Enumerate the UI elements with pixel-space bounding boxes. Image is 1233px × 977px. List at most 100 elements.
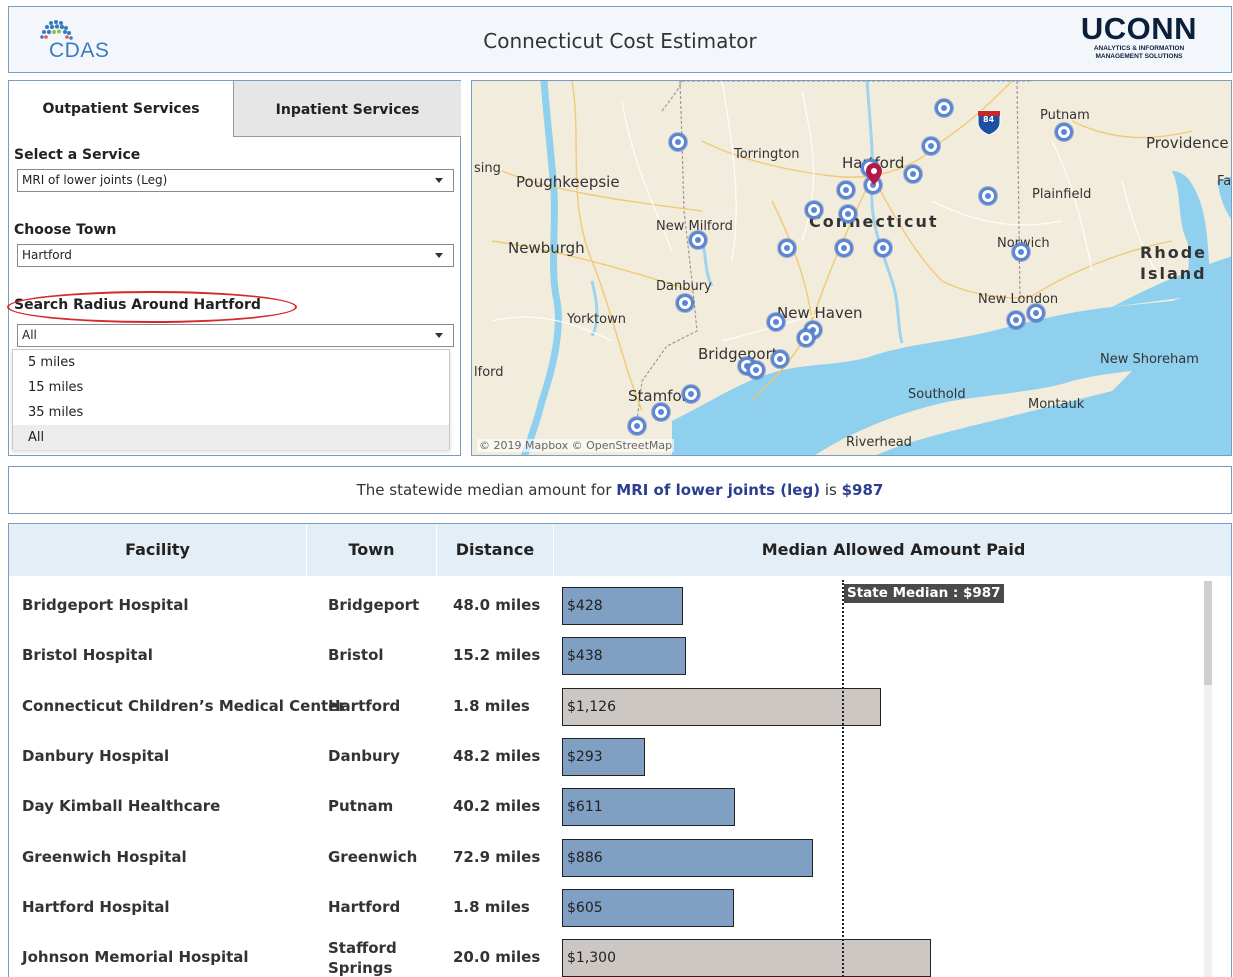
median-amount-bar[interactable]: $428 [562, 587, 683, 625]
facility-pin[interactable] [904, 165, 922, 183]
radius-option-all[interactable]: All [13, 425, 449, 450]
map-label-fa: Fa [1217, 174, 1232, 189]
facility-town: Greenwich [328, 848, 417, 866]
facility-pin[interactable] [771, 350, 789, 368]
radius-dropdown: 5 miles 15 miles 35 miles All [12, 349, 450, 450]
facility-pin[interactable] [628, 417, 646, 435]
facility-name: Hartford Hospital [22, 897, 170, 916]
radius-select-value: All [22, 328, 37, 342]
facility-pin[interactable] [652, 403, 670, 421]
radius-option-15[interactable]: 15 miles [13, 375, 449, 400]
median-amount-label: $605 [567, 899, 603, 916]
facility-pin[interactable] [1055, 123, 1073, 141]
facility-pin[interactable] [837, 181, 855, 199]
facility-pin[interactable] [1027, 304, 1045, 322]
chevron-down-icon [435, 178, 443, 183]
median-amount-bar[interactable]: $293 [562, 737, 645, 776]
table-scrollbar[interactable] [1204, 581, 1212, 977]
uconn-logo: UCONN ANALYTICS & INFORMATION MANAGEMENT… [1079, 13, 1199, 61]
median-amount-label: $1,300 [567, 950, 616, 967]
radius-option-5[interactable]: 5 miles [13, 350, 449, 375]
facility-name: Connecticut Children’s Medical Center [22, 696, 346, 715]
state-median-label: State Median : $987 [844, 584, 1004, 603]
facility-pin[interactable] [835, 239, 853, 257]
facility-pin[interactable] [669, 133, 687, 151]
map-label-providence: Providence [1146, 134, 1229, 152]
facility-map[interactable]: sing Poughkeepsie Torrington Hartford Pu… [471, 80, 1232, 456]
map-label-poughkeepsie: Poughkeepsie [516, 173, 620, 191]
service-select-value: MRI of lower joints (Leg) [22, 173, 168, 187]
map-label-newburgh: Newburgh [508, 239, 585, 257]
map-basemap [491, 81, 1231, 455]
facility-distance: 1.8 miles [453, 897, 530, 916]
median-banner: The statewide median amount for MRI of l… [8, 466, 1232, 514]
facility-name: Day Kimball Healthcare [22, 797, 221, 816]
table-row[interactable]: Connecticut Children’s Medical Center Har… [9, 682, 1231, 732]
facility-distance: 40.2 miles [453, 797, 541, 816]
chevron-down-icon [435, 333, 443, 338]
facility-pin[interactable] [676, 294, 694, 312]
facility-pin[interactable] [874, 239, 892, 257]
facility-name: Danbury Hospital [22, 746, 170, 765]
facility-distance: 48.2 miles [453, 746, 541, 765]
table-row[interactable]: Greenwich Hospital Greenwich 72.9 miles $88… [9, 833, 1231, 883]
col-header-median-amount[interactable]: Median Allowed Amount Paid [554, 524, 1231, 576]
facility-pin[interactable] [767, 313, 785, 331]
median-amount-bar[interactable]: $1,300 [562, 939, 931, 977]
table-row[interactable]: Day Kimball Healthcare Putnam 40.2 miles $6… [9, 782, 1231, 832]
col-header-town[interactable]: Town [307, 524, 437, 576]
col-header-distance[interactable]: Distance [437, 524, 554, 576]
table-row[interactable]: Hartford Hospital Hartford 1.8 miles $605 [9, 883, 1231, 933]
median-amount-bar[interactable]: $611 [562, 788, 735, 827]
facility-pin[interactable] [1007, 311, 1025, 329]
facility-distance: 48.0 miles [453, 596, 541, 614]
radius-select[interactable]: All [17, 324, 454, 347]
tab-outpatient[interactable]: Outpatient Services [9, 81, 233, 137]
facility-town-line-1: Bristol [328, 646, 384, 665]
median-amount-bar[interactable]: $438 [562, 637, 686, 676]
map-label-rhode: Rhode [1140, 243, 1208, 262]
chevron-down-icon [435, 253, 443, 258]
median-amount-label: $293 [567, 748, 603, 765]
table-header: Facility Town Distance Median Allowed Am… [9, 524, 1231, 576]
interstate-shield-label: 84 [983, 115, 995, 124]
map-label-sing: sing [474, 161, 501, 176]
service-select[interactable]: MRI of lower joints (Leg) [17, 169, 454, 192]
facility-pin[interactable] [839, 205, 857, 223]
median-amount-label: $611 [567, 799, 603, 816]
map-label-southold: Southold [908, 387, 966, 402]
facility-pin[interactable] [747, 361, 765, 379]
map-credit[interactable]: © 2019 Mapbox © OpenStreetMap [477, 439, 675, 452]
col-header-facility[interactable]: Facility [9, 524, 307, 576]
facility-town-line-1: Greenwich [328, 847, 418, 866]
facility-pin[interactable] [778, 239, 796, 257]
table-row[interactable]: Johnson Memorial Hospital Stafford Springs… [9, 933, 1231, 977]
map-label-new-london: New London [978, 292, 1059, 307]
scrollbar-thumb[interactable] [1204, 581, 1212, 685]
facility-pin[interactable] [935, 99, 953, 117]
map-label-montauk: Montauk [1028, 397, 1085, 412]
facility-pin[interactable] [689, 231, 707, 249]
radius-option-35[interactable]: 35 miles [13, 400, 449, 425]
facility-name: Bridgeport Hospital [22, 596, 189, 614]
facility-pin[interactable] [979, 187, 997, 205]
filter-panel: Outpatient Services Inpatient Services S… [7, 80, 461, 456]
map-label-new-haven: New Haven [777, 304, 863, 322]
app-header: CDAS Connecticut Cost Estimator UCONN AN… [8, 6, 1232, 73]
median-amount-bar[interactable]: $605 [562, 888, 734, 927]
median-amount-bar[interactable]: $886 [562, 838, 813, 877]
table-row[interactable]: Danbury Hospital Danbury 48.2 miles $293 [9, 732, 1231, 782]
facility-pin[interactable] [682, 385, 700, 403]
facility-distance: 1.8 miles [453, 696, 530, 715]
tab-inpatient[interactable]: Inpatient Services [233, 81, 461, 137]
table-row[interactable]: Bristol Hospital Bristol 15.2 miles $438 [9, 631, 1231, 681]
facility-pin[interactable] [1012, 243, 1030, 261]
uconn-logo-sub-1: ANALYTICS & INFORMATION [1093, 45, 1185, 52]
table-row[interactable]: Bridgeport Hospital Bridgeport 48.0 miles $… [9, 581, 1231, 631]
town-select[interactable]: Hartford [17, 244, 454, 267]
median-amount-bar[interactable]: $1,126 [562, 687, 881, 726]
facility-pin[interactable] [805, 201, 823, 219]
facility-pin[interactable] [797, 329, 815, 347]
facility-town-line-1: Putnam [328, 797, 394, 816]
facility-pin[interactable] [922, 137, 940, 155]
